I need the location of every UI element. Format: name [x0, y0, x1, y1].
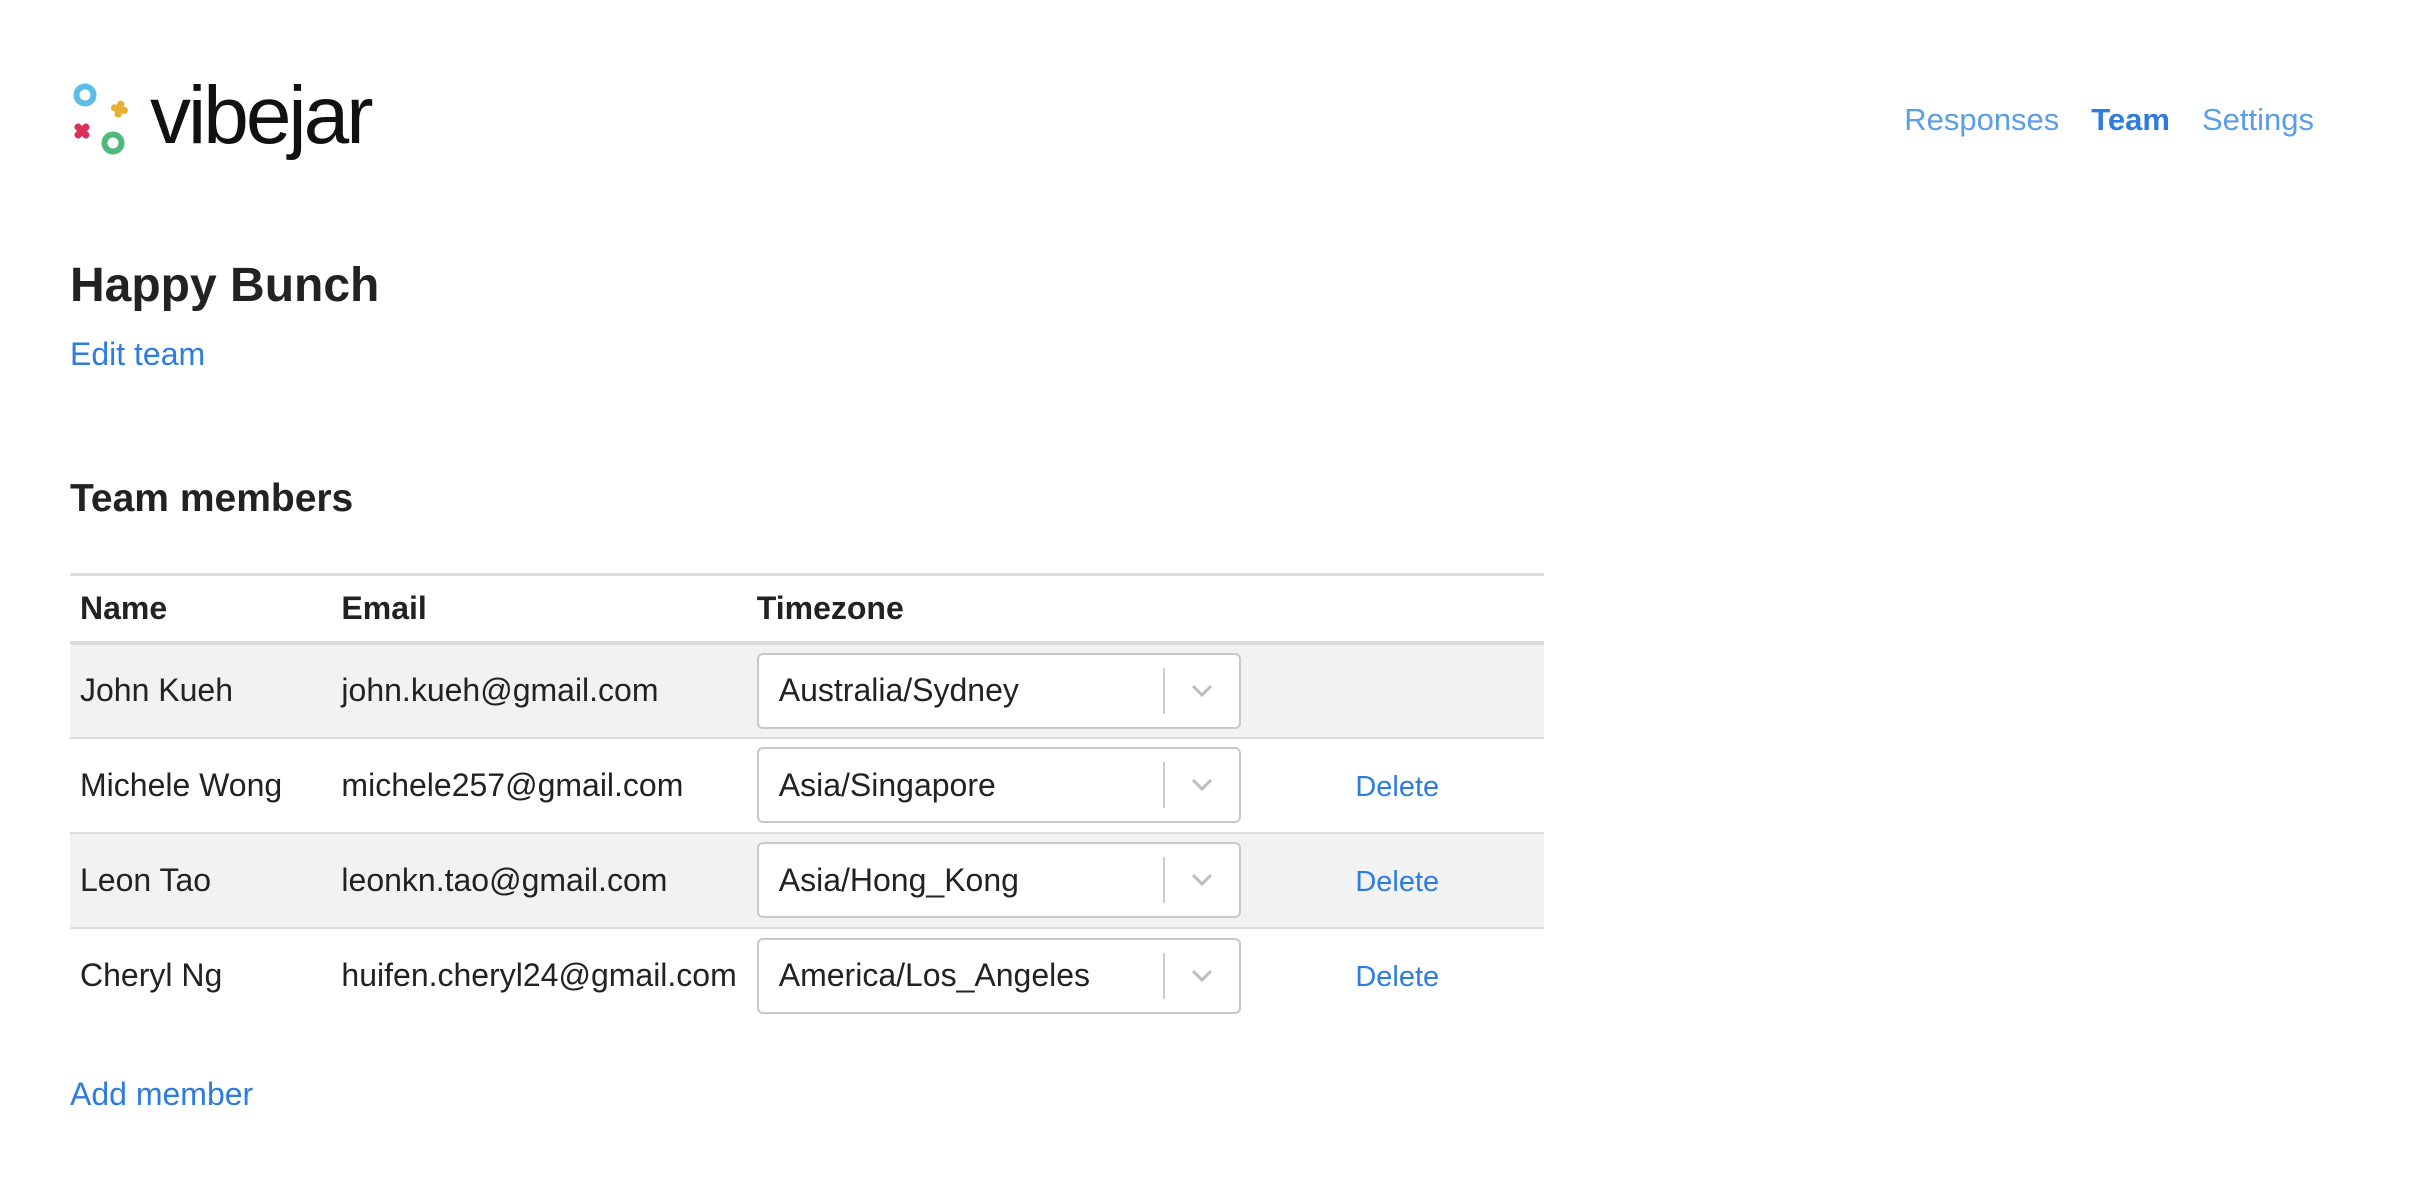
team-members-heading: Team members — [70, 477, 354, 520]
column-header-timezone: Timezone — [746, 573, 1346, 645]
delete-member-button[interactable]: Delete — [1355, 771, 1439, 804]
member-name: Cheryl Ng — [80, 957, 223, 993]
timezone-select[interactable]: Asia/Singapore — [756, 747, 1241, 823]
add-member-link[interactable]: Add member — [70, 1076, 253, 1113]
member-name: Leon Tao — [70, 832, 332, 929]
team-page: vibejar Responses Team Settings Happy Bu… — [0, 0, 2410, 1196]
vibejar-logo-mark-icon — [73, 83, 128, 155]
edit-team-link[interactable]: Edit team — [70, 336, 205, 373]
delete-member-button[interactable]: Delete — [1355, 866, 1439, 899]
table-header-row: Name Email Timezone — [70, 573, 1544, 645]
team-name-heading: Happy Bunch — [70, 259, 380, 312]
members-table: Name Email Timezone John Kueh john.kueh@… — [70, 573, 1544, 1023]
chevron-down-icon[interactable] — [1165, 844, 1239, 916]
timezone-cell: America/Los_Angeles — [747, 928, 1346, 1023]
action-cell — [1345, 642, 1544, 739]
timezone-select-value: America/Los_Angeles — [778, 957, 1091, 993]
column-header-name: Name — [70, 573, 332, 645]
nav-item-responses[interactable]: Responses — [1904, 102, 2059, 138]
chevron-down-icon[interactable] — [1165, 940, 1239, 1012]
timezone-cell: Asia/Hong_Kong — [746, 832, 1346, 929]
logo[interactable]: vibejar — [70, 70, 374, 162]
member-name: Michele Wong — [70, 737, 332, 834]
member-email: leonkn.tao@gmail.com — [331, 832, 747, 929]
member-email: huifen.cheryl24@gmail.com — [341, 957, 737, 993]
table-row: Leon Tao leonkn.tao@gmail.com Asia/Hong_… — [70, 832, 1544, 929]
column-header-action — [1345, 573, 1544, 645]
timezone-select-value: Asia/Hong_Kong — [778, 861, 1019, 898]
action-cell: Delete — [1345, 737, 1544, 834]
timezone-cell: Australia/Sydney — [746, 642, 1346, 739]
member-email: john.kueh@gmail.com — [331, 642, 747, 739]
chevron-down-icon[interactable] — [1165, 749, 1239, 821]
timezone-select[interactable]: Australia/Sydney — [756, 652, 1241, 729]
table-row: John Kueh john.kueh@gmail.com Australia/… — [70, 642, 1544, 739]
timezone-select-value: Australia/Sydney — [778, 672, 1019, 708]
action-cell: Delete — [1345, 832, 1544, 929]
timezone-select[interactable]: Asia/Hong_Kong — [756, 842, 1241, 918]
action-cell: Delete — [1345, 928, 1544, 1023]
timezone-select[interactable]: America/Los_Angeles — [756, 937, 1241, 1014]
nav-item-settings[interactable]: Settings — [2202, 102, 2314, 138]
logo-wordmark: vibejar — [150, 70, 374, 161]
nav-item-team[interactable]: Team — [2091, 102, 2170, 138]
table-row: Michele Wong michele257@gmail.com Asia/S… — [70, 737, 1544, 834]
member-email: michele257@gmail.com — [331, 737, 747, 834]
timezone-select-value: Asia/Singapore — [778, 766, 996, 803]
timezone-cell: Asia/Singapore — [746, 737, 1346, 834]
top-nav: Responses Team Settings — [1904, 102, 2314, 138]
delete-member-button[interactable]: Delete — [1355, 961, 1439, 994]
member-name: John Kueh — [70, 642, 332, 739]
table-row: Cheryl Ng huifen.cheryl24@gmail.com Amer… — [70, 928, 1544, 1023]
chevron-down-icon[interactable] — [1165, 655, 1239, 727]
column-header-email: Email — [331, 573, 747, 645]
